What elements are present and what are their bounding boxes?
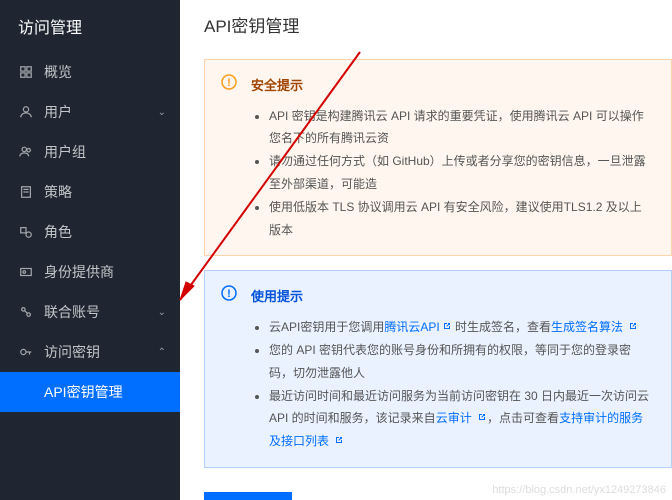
sidebar-item-accesskey[interactable]: 访问密钥 ⌃ xyxy=(0,332,180,372)
alert-bullet: 请勿通过任何方式（如 GitHub）上传或者分享您的密钥信息，一旦泄露至外部渠道… xyxy=(269,150,653,196)
sidebar-item-idp[interactable]: 身份提供商 xyxy=(0,252,180,292)
chevron-down-icon: ⌄ xyxy=(158,307,166,318)
chevron-down-icon: ⌄ xyxy=(158,107,166,118)
sidebar-item-label: 访问密钥 xyxy=(44,342,100,362)
sidebar-item-label: 角色 xyxy=(44,222,72,242)
alert-bullet: API 密钥是构建腾讯云 API 请求的重要凭证，使用腾讯云 API 可以操作您… xyxy=(269,105,653,151)
warning-icon: ! xyxy=(221,74,237,90)
sidebar-item-role[interactable]: 角色 xyxy=(0,212,180,252)
external-icon xyxy=(334,430,344,440)
main-content: API密钥管理 ! 安全提示 API 密钥是构建腾讯云 API 请求的重要凭证，… xyxy=(180,0,672,500)
grid-icon xyxy=(18,64,34,80)
new-key-button[interactable]: 新建密钥 xyxy=(204,492,292,500)
sidebar-item-usergroup[interactable]: 用户组 xyxy=(0,132,180,172)
link-icon xyxy=(18,304,34,320)
alert-title: 安全提示 xyxy=(251,74,653,99)
sidebar-item-policy[interactable]: 策略 xyxy=(0,172,180,212)
watermark: https://blog.csdn.net/yx1249273846 xyxy=(492,484,666,496)
key-icon xyxy=(18,344,34,360)
sidebar-item-label: 概览 xyxy=(44,62,72,82)
sidebar: 访问管理 概览 用户 ⌄ 用户组 策略 角色 身份提供商 联合账号 ⌄ 访问密钥… xyxy=(0,0,180,500)
sidebar-item-label: 策略 xyxy=(44,182,72,202)
sidebar-item-user[interactable]: 用户 ⌄ xyxy=(0,92,180,132)
alert-title: 使用提示 xyxy=(251,285,653,310)
cloudaudit-link[interactable]: 云审计 xyxy=(436,411,472,425)
signature-link[interactable]: 生成签名算法 xyxy=(551,320,623,334)
users-icon xyxy=(18,144,34,160)
sidebar-item-label: 用户 xyxy=(44,102,72,122)
external-icon xyxy=(477,407,487,417)
role-icon xyxy=(18,224,34,240)
sidebar-title: 访问管理 xyxy=(0,0,180,52)
sidebar-item-label: API密钥管理 xyxy=(44,382,123,402)
sidebar-item-apikey[interactable]: API密钥管理 xyxy=(0,372,180,412)
sidebar-item-label: 身份提供商 xyxy=(44,262,114,282)
doc-icon xyxy=(18,184,34,200)
info-icon: ! xyxy=(221,285,237,301)
sidebar-item-federated[interactable]: 联合账号 ⌄ xyxy=(0,292,180,332)
security-alert: ! 安全提示 API 密钥是构建腾讯云 API 请求的重要凭证，使用腾讯云 AP… xyxy=(204,59,672,256)
page-title: API密钥管理 xyxy=(204,12,672,37)
user-icon xyxy=(18,104,34,120)
alert-bullet: 云API密钥用于您调用腾讯云API 时生成签名，查看生成签名算法 xyxy=(269,316,653,339)
alert-bullet: 使用低版本 TLS 协议调用云 API 有安全风险，建议使用TLS1.2 及以上… xyxy=(269,196,653,242)
alert-bullet: 最近访问时间和最近访问服务为当前访问密钥在 30 日内最近一次访问云 API 的… xyxy=(269,385,653,453)
id-icon xyxy=(18,264,34,280)
usage-alert: ! 使用提示 云API密钥用于您调用腾讯云API 时生成签名，查看生成签名算法 … xyxy=(204,270,672,467)
sidebar-item-overview[interactable]: 概览 xyxy=(0,52,180,92)
external-icon xyxy=(442,316,452,326)
svg-text:!: ! xyxy=(227,288,231,300)
chevron-up-icon: ⌃ xyxy=(158,347,166,358)
sidebar-item-label: 联合账号 xyxy=(44,302,100,322)
tencent-api-link[interactable]: 腾讯云API xyxy=(384,320,439,334)
sidebar-item-label: 用户组 xyxy=(44,142,86,162)
svg-text:!: ! xyxy=(227,77,231,89)
alert-bullet: 您的 API 密钥代表您的账号身份和所拥有的权限，等同于您的登录密码，切勿泄露他… xyxy=(269,339,653,385)
external-icon xyxy=(628,316,638,326)
